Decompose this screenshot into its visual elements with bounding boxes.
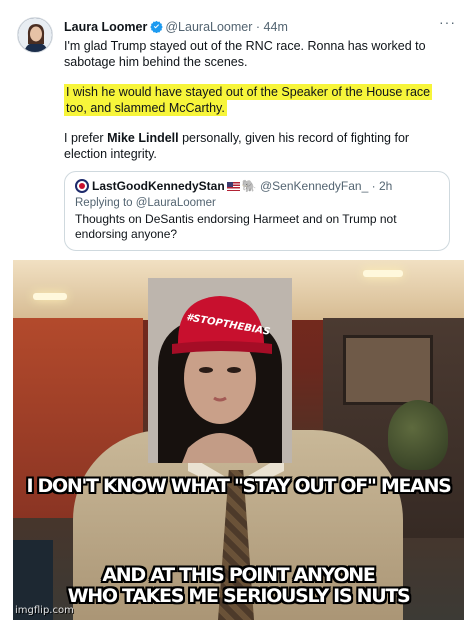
face-inset-photo: #STOPTHEBIAS — [148, 278, 292, 463]
quoted-time-separator: · — [371, 179, 376, 193]
office-plant — [388, 400, 448, 470]
more-options-icon[interactable]: ··· — [439, 14, 456, 30]
quoted-tweet-header: LastGoodKennedyStan 🐘 @SenKennedyFan_ · 2… — [75, 179, 439, 194]
ceiling-light — [363, 270, 403, 277]
quoted-tweet-text: Thoughts on DeSantis endorsing Harmeet a… — [75, 212, 397, 241]
author-handle[interactable]: @LauraLoomer — [165, 20, 252, 34]
verified-badge-icon — [150, 20, 164, 33]
quoted-author-avatar[interactable] — [75, 179, 89, 193]
quoted-timestamp[interactable]: 2h — [379, 179, 392, 193]
tweet-paragraph-highlighted: I wish he would have stayed out of the S… — [64, 84, 444, 116]
tweet-card[interactable]: Laura Loomer @LauraLoomer · 44m ··· I'm g… — [0, 0, 474, 258]
tweet-paragraph: I'm glad Trump stayed out of the RNC rac… — [64, 39, 426, 69]
meme-caption-top: I DON'T KNOW WHAT "STAY OUT OF" MEANS — [26, 475, 451, 497]
paragraph-prefix: I prefer — [64, 131, 108, 145]
imgflip-watermark: imgflip.com — [15, 605, 74, 616]
tweet-timestamp[interactable]: 44m — [264, 20, 288, 34]
replying-to[interactable]: Replying to @LauraLoomer — [75, 196, 439, 211]
us-flag-icon — [226, 182, 240, 191]
tweet-paragraph: I prefer Mike Lindell personally, given … — [64, 130, 444, 162]
author-name[interactable]: Laura Loomer — [64, 20, 147, 34]
quoted-tweet[interactable]: LastGoodKennedyStan 🐘 @SenKennedyFan_ · 2… — [64, 171, 450, 251]
bold-name: Mike Lindell — [107, 131, 179, 145]
tweet-header: Laura Loomer @LauraLoomer · 44m — [64, 19, 288, 35]
meme-caption-bottom-line-1: AND AT THIS POINT ANYONE — [102, 564, 375, 586]
ceiling-light — [33, 293, 67, 300]
woman-in-red-cap: #STOPTHEBIAS — [148, 278, 292, 463]
author-avatar[interactable] — [17, 17, 53, 53]
office-window — [343, 335, 433, 405]
elephant-icon: 🐘 — [241, 179, 257, 193]
time-separator: · — [255, 20, 261, 34]
quoted-author-name[interactable]: LastGoodKennedyStan — [92, 179, 225, 193]
meme-image: #STOPTHEBIAS I DON'T KNOW WHAT "STAY OUT… — [13, 260, 464, 620]
meme-caption-bottom-line-2: WHO TAKES ME SERIOUSLY IS NUTS — [67, 585, 411, 607]
quoted-author-handle[interactable]: @SenKennedyFan_ — [260, 179, 368, 193]
highlighted-text: I wish he would have stayed out of the S… — [64, 84, 433, 116]
